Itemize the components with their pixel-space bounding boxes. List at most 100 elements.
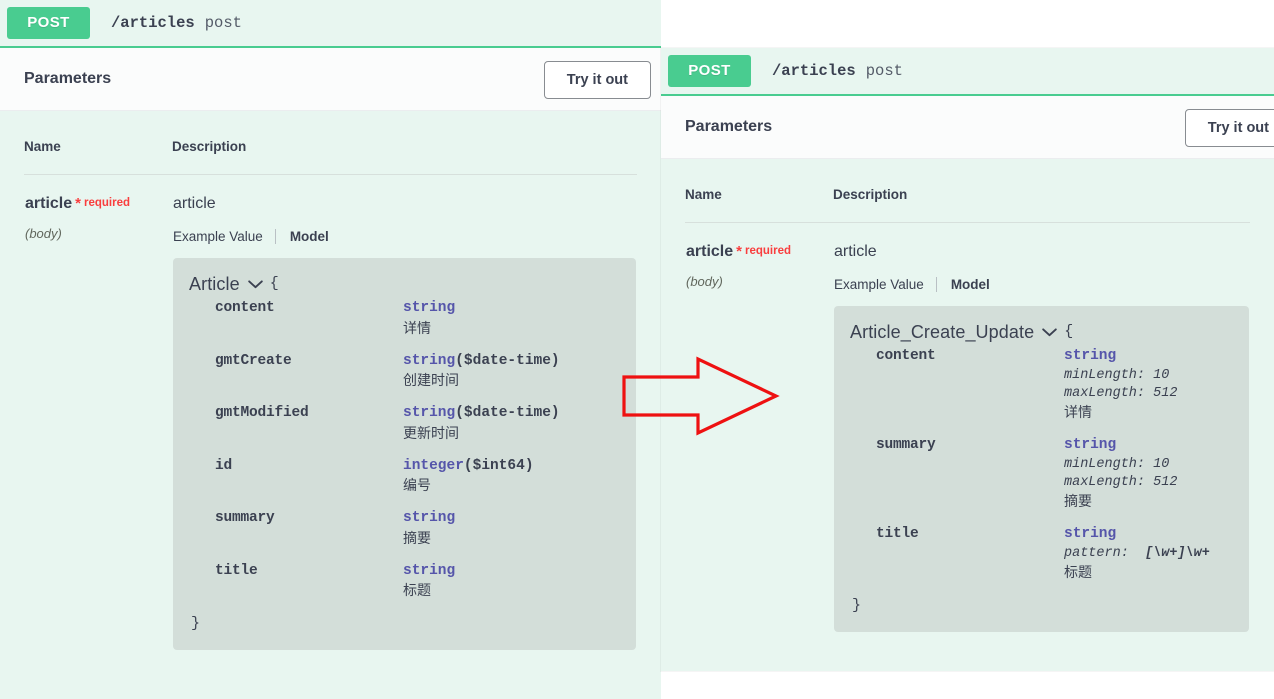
property-name: summary (876, 437, 936, 454)
parameters-table-right: Name Description article * required (body)… (685, 187, 1250, 633)
property-name: id (215, 457, 233, 474)
example-model-tabs-right: Example Value Model (834, 277, 1249, 292)
property-type: string (1064, 526, 1117, 543)
property-name: title (215, 562, 258, 579)
parameters-title: Parameters (685, 118, 773, 135)
property-description: 编号 (403, 477, 431, 494)
parameter-name-cell: article * required (body) (24, 175, 172, 652)
property-type: string($date-time) (403, 405, 560, 422)
property-value-block: string($date-time) 更新时间 (403, 404, 560, 442)
parameter-description: article (834, 243, 877, 260)
example-model-tabs-left: Example Value Model (173, 229, 636, 244)
property-description: 标题 (403, 582, 431, 599)
property-description: 创建时间 (403, 372, 459, 389)
parameter-description-cell: article Example Value Model Article {co… (172, 175, 637, 652)
open-brace: { (1064, 323, 1074, 341)
parameter-location: (body) (686, 274, 723, 289)
open-brace: { (269, 275, 279, 293)
model-schema-box-left: Article { content string 详情 gmtCreate string… (173, 258, 636, 651)
property-format: ($date-time) (455, 405, 560, 422)
property-format: ($date-time) (455, 352, 560, 369)
parameter-name: article * required (686, 243, 832, 261)
model-title-row-right[interactable]: Article_Create_Update { (850, 320, 1233, 344)
model-title: Article (189, 274, 240, 294)
property-constraint: maxLength: 512 (1064, 474, 1178, 490)
required-label: required (83, 197, 130, 209)
operation-path-right: /articles post (772, 62, 903, 80)
column-header-name: Name (685, 187, 833, 223)
property-format: ($int64) (463, 457, 534, 474)
parameter-description: article (173, 195, 216, 212)
parameter-name-text: article (25, 195, 73, 212)
tab-model[interactable]: Model (276, 229, 329, 244)
property-type: string (1064, 348, 1117, 365)
model-properties-left: content string 详情 gmtCreate string($date-tim… (189, 299, 620, 600)
property-type: string($date-time) (403, 352, 560, 369)
required-label: required (744, 245, 791, 257)
property-name: content (215, 300, 275, 317)
property-value-block: string 标题 (403, 562, 455, 600)
http-method-badge: POST (668, 55, 751, 87)
model-property-row: title string 标题 (189, 562, 620, 600)
property-constraint: minLength: 10 (1064, 456, 1170, 472)
property-value-block: string minLength: 10 maxLength: 512 详情 (1064, 347, 1177, 422)
close-brace: } (852, 596, 862, 614)
operation-header-left[interactable]: POST /articles post (0, 0, 661, 48)
model-property-row: content string minLength: 10 maxLength: 512… (850, 347, 1233, 422)
property-name: title (876, 526, 919, 543)
operation-summary: post (865, 62, 903, 80)
property-description: 更新时间 (403, 424, 459, 441)
left-swagger-panel: POST /articles post Parameters Try it out… (0, 0, 661, 699)
model-property-row: title string pattern: [\w+]\w+ 标题 (850, 525, 1233, 582)
property-value-block: string 摘要 (403, 509, 455, 547)
property-value-block: string 详情 (403, 299, 455, 337)
model-schema-box-right: Article_Create_Update { content string min… (834, 306, 1249, 632)
column-header-description: Description (172, 139, 637, 175)
property-type: string (1064, 437, 1117, 454)
column-header-name: Name (24, 139, 172, 175)
model-property-row: summary string minLength: 10 maxLength: 512… (850, 436, 1233, 511)
path-text: /articles (111, 14, 195, 32)
property-value-block: integer($int64) 编号 (403, 457, 534, 495)
model-property-row: summary string 摘要 (189, 509, 620, 547)
required-asterisk-icon: * (736, 243, 742, 260)
chevron-down-icon[interactable] (1042, 328, 1057, 337)
required-asterisk-icon: * (75, 195, 81, 212)
property-constraint: maxLength: 512 (1064, 386, 1178, 402)
tab-example-value[interactable]: Example Value (834, 277, 936, 292)
property-type: string (403, 300, 456, 317)
model-property-row: gmtModified string($date-time) 更新时间 (189, 404, 620, 442)
parameters-table-left: Name Description article * required (body)… (24, 139, 637, 651)
path-text: /articles (772, 62, 856, 80)
tab-example-value[interactable]: Example Value (173, 229, 275, 244)
operation-header-right[interactable]: POST /articles post (661, 48, 1274, 96)
property-description: 详情 (403, 319, 431, 336)
try-it-out-button[interactable]: Try it out (543, 61, 651, 99)
property-description: 详情 (1064, 404, 1092, 421)
model-title-row-left[interactable]: Article { (189, 272, 620, 296)
property-value-block: string($date-time) 创建时间 (403, 352, 560, 390)
parameters-body-left: Name Description article * required (body)… (0, 111, 661, 651)
chevron-down-icon[interactable] (247, 280, 263, 289)
parameters-title: Parameters (24, 70, 112, 87)
property-value-block: string pattern: [\w+]\w+ 标题 (1064, 525, 1210, 582)
parameter-location: (body) (25, 226, 62, 241)
parameters-body-right: Name Description article * required (body)… (661, 159, 1274, 633)
property-type: string (403, 562, 456, 579)
close-brace: } (191, 615, 201, 633)
tab-model[interactable]: Model (937, 277, 990, 292)
parameter-name: article * required (25, 195, 171, 213)
property-description: 标题 (1064, 563, 1092, 580)
parameters-bar-left: Parameters Try it out (0, 48, 661, 111)
property-constraint: minLength: 10 (1064, 367, 1170, 383)
model-property-row: content string 详情 (189, 299, 620, 337)
property-type: integer($int64) (403, 457, 534, 474)
parameters-bar-right: Parameters Try it out (661, 96, 1274, 159)
property-name: summary (215, 510, 275, 527)
http-method-badge: POST (7, 7, 90, 39)
table-row: article * required (body) article Example … (24, 175, 637, 652)
property-name: gmtCreate (215, 352, 292, 369)
operation-path-left: /articles post (111, 14, 242, 32)
try-it-out-button[interactable]: Try it out (1184, 109, 1274, 147)
parameter-name-text: article (686, 243, 734, 260)
